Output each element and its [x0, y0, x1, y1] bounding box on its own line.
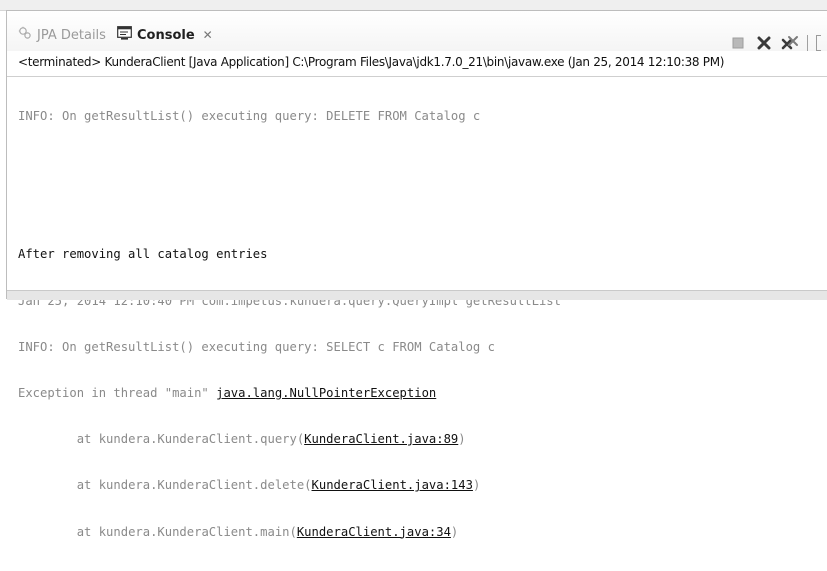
close-icon[interactable]: ✕	[203, 28, 213, 42]
source-link[interactable]: KunderaClient.java:89	[304, 432, 458, 446]
toolbar-overflow-edge	[816, 35, 821, 51]
tab-console-label: Console	[137, 27, 195, 43]
exception-link[interactable]: java.lang.NullPointerException	[216, 386, 436, 400]
tab-jpa-details-label: JPA Details	[37, 27, 106, 43]
console-line-empty	[18, 155, 561, 170]
tab-jpa-details[interactable]: JPA Details	[18, 25, 106, 45]
stack-trace-line: at kundera.KunderaClient.delete(KunderaC…	[18, 478, 561, 493]
stack-trace-text: at kundera.KunderaClient.query(	[18, 432, 305, 447]
remove-launch-icon[interactable]	[755, 34, 773, 52]
jpa-details-icon	[18, 26, 32, 44]
console-line: INFO: On getResultList() executing query…	[18, 108, 481, 123]
stack-trace-line: at kundera.KunderaClient.query(KunderaCl…	[18, 432, 561, 447]
stack-trace-text: at kundera.KunderaClient.main(	[18, 524, 297, 539]
console-line: After removing all catalog entries	[18, 247, 268, 262]
view-tab-bar: JPA Details Console ✕	[7, 11, 827, 51]
console-line: INFO: On getResultList() executing query…	[18, 339, 495, 354]
eclipse-view-window: JPA Details Console ✕ <terminated> Kunde…	[0, 0, 827, 539]
console-toolbar	[729, 34, 821, 52]
console-divider	[7, 76, 827, 77]
stack-trace-suffix: )	[458, 432, 466, 447]
stack-trace-line: at kundera.KunderaClient.main(KunderaCli…	[18, 525, 561, 540]
process-status-line: <terminated> KunderaClient [Java Applica…	[18, 55, 725, 69]
console-icon	[117, 26, 132, 44]
toolbar-separator	[807, 35, 808, 51]
stack-trace-suffix: )	[472, 478, 481, 493]
source-link[interactable]: KunderaClient.java:34	[297, 525, 451, 539]
stack-trace-text: at kundera.KunderaClient.delete(	[18, 478, 312, 493]
tab-console[interactable]: Console ✕	[117, 25, 213, 45]
console-line-exception: Exception in thread "main" java.lang.Nul…	[18, 386, 561, 401]
terminate-icon[interactable]	[729, 34, 747, 52]
exception-text: Exception in thread "main"	[18, 386, 217, 401]
console-line-empty	[18, 201, 561, 216]
console-output[interactable]: INFO: On getResultList() executing query…	[18, 78, 561, 571]
source-link[interactable]: KunderaClient.java:143	[312, 478, 473, 492]
remove-all-terminated-icon[interactable]	[781, 34, 799, 52]
stack-trace-suffix: )	[450, 524, 459, 539]
